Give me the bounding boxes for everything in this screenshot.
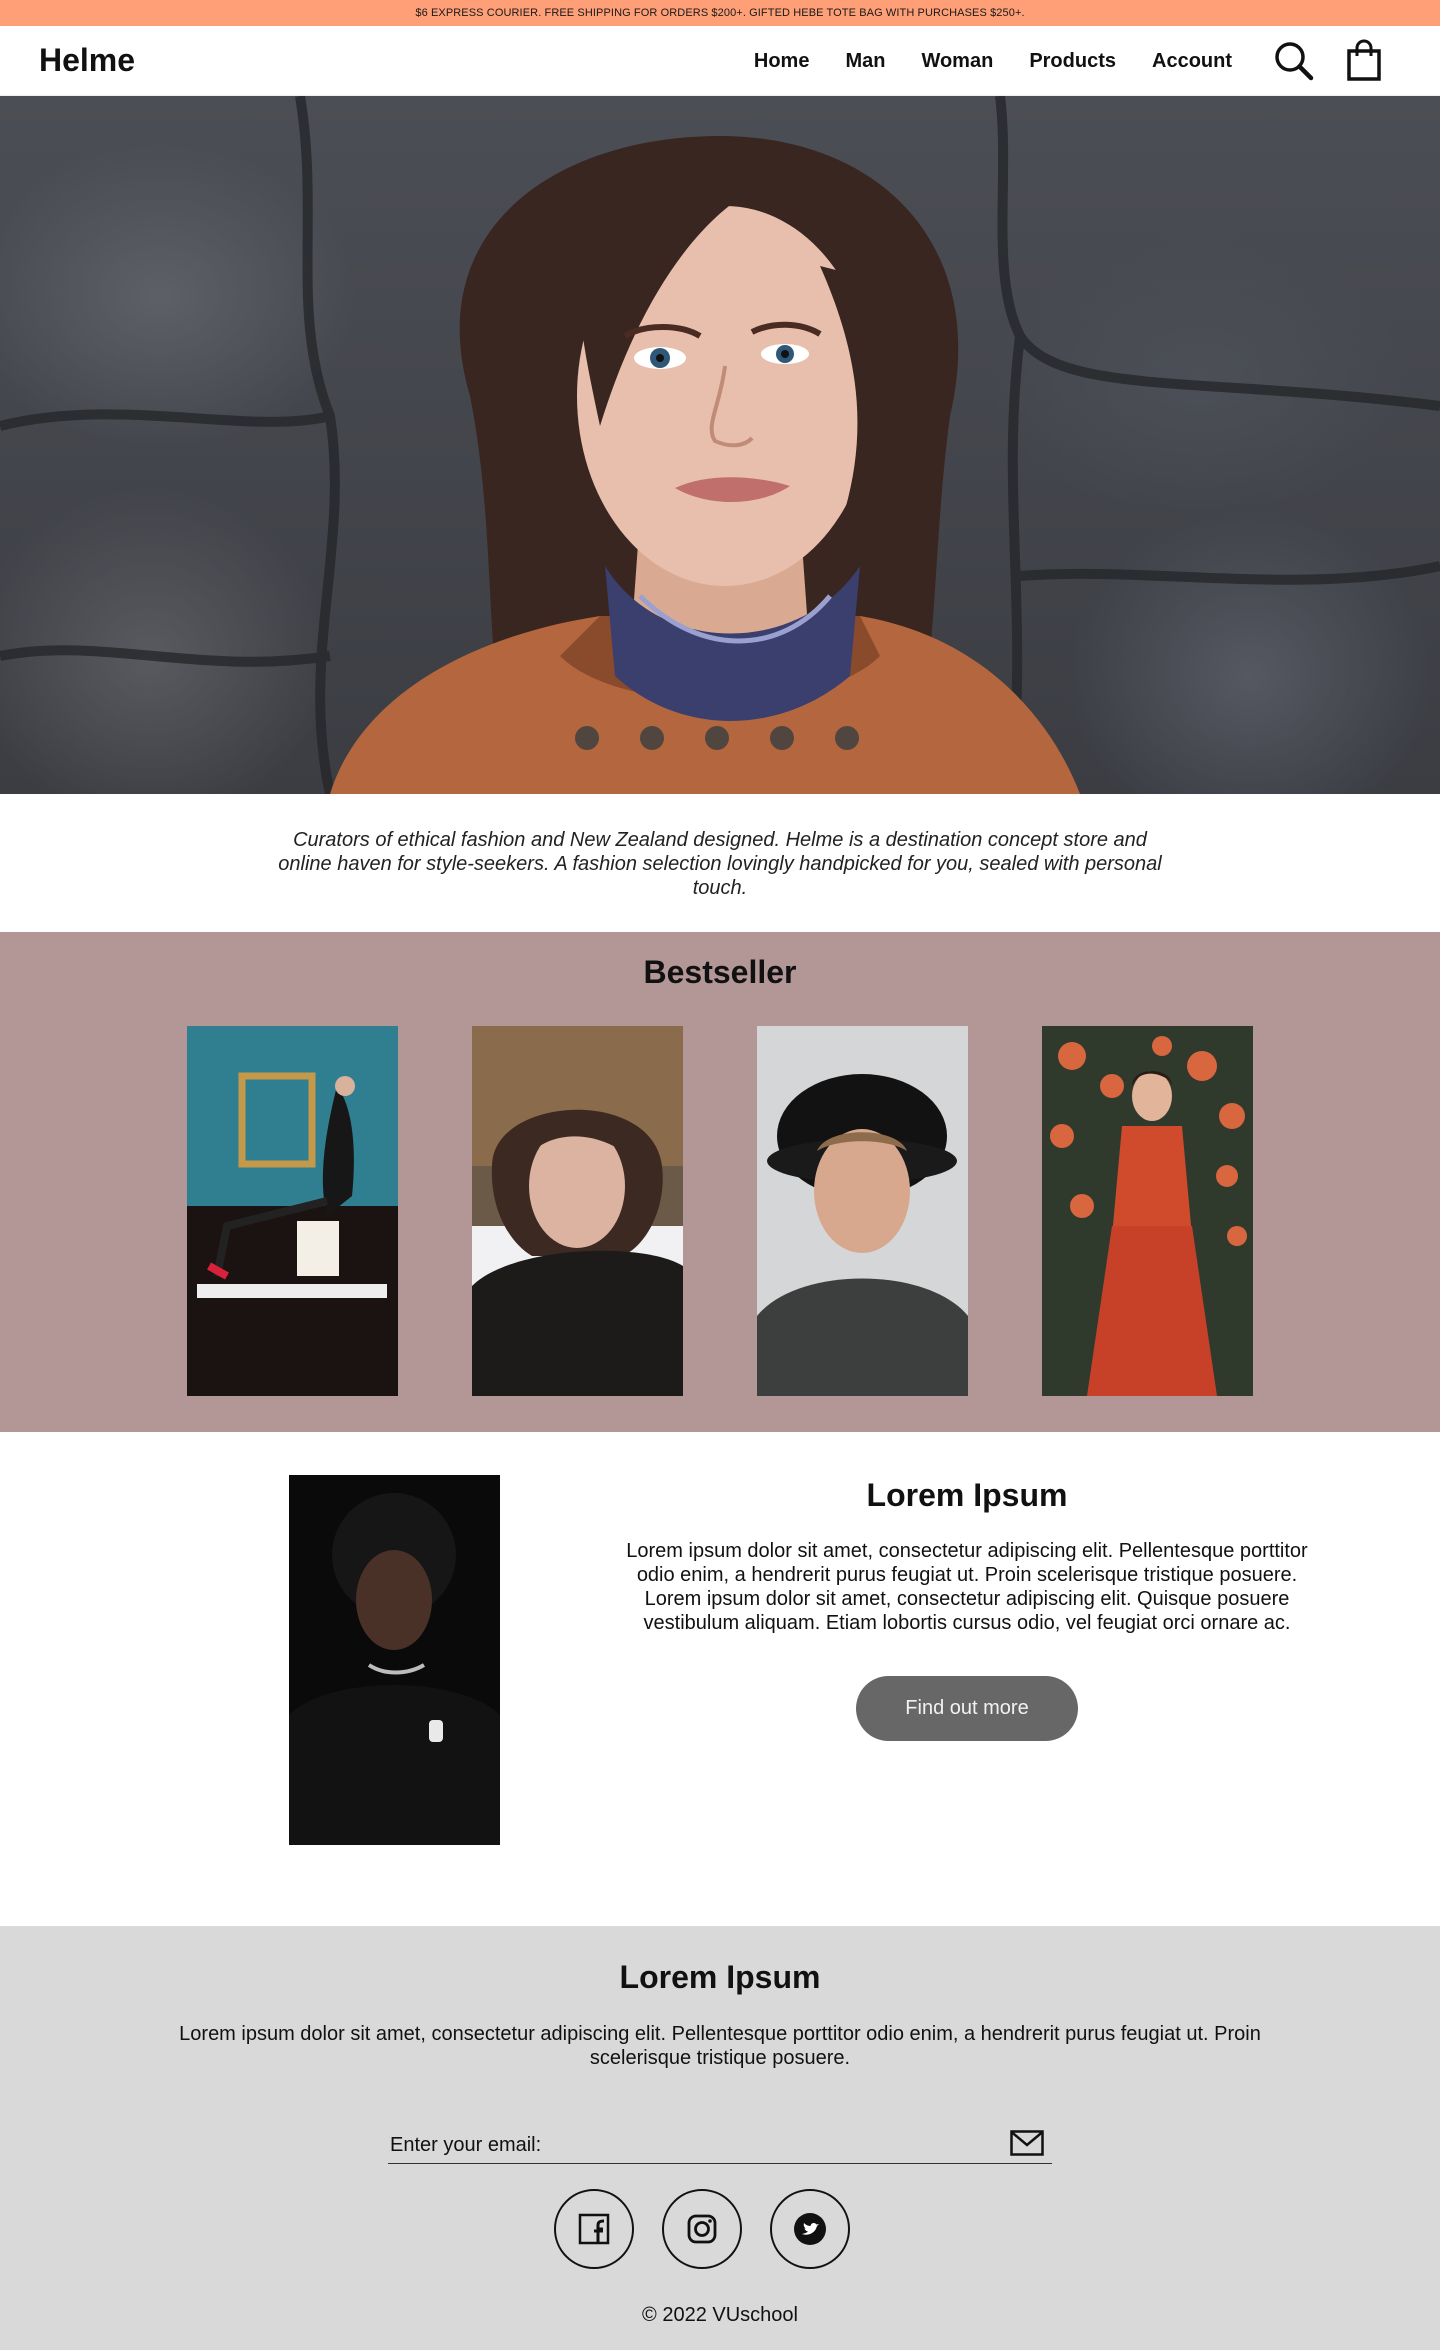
search-icon[interactable] bbox=[1272, 39, 1316, 83]
nav-account[interactable]: Account bbox=[1152, 50, 1232, 73]
feature-title: Lorem Ipsum bbox=[866, 1477, 1068, 1513]
product-image bbox=[1042, 1026, 1253, 1396]
product-card-1[interactable] bbox=[187, 1026, 398, 1396]
site-footer: Lorem Ipsum Lorem ipsum dolor sit amet, … bbox=[0, 1926, 1440, 2350]
find-out-more-button[interactable]: Find out more bbox=[856, 1676, 1078, 1741]
twitter-icon[interactable] bbox=[770, 2189, 850, 2269]
product-image bbox=[757, 1026, 968, 1396]
product-card-2[interactable] bbox=[472, 1026, 683, 1396]
nav-home[interactable]: Home bbox=[754, 50, 810, 73]
nav-products[interactable]: Products bbox=[1029, 50, 1116, 73]
hero-slider bbox=[0, 96, 1440, 794]
copyright: © 2022 VUschool bbox=[642, 2304, 798, 2326]
product-image bbox=[187, 1026, 398, 1396]
main-nav: Home Man Woman Products Account bbox=[754, 26, 1232, 96]
announcement-text: $6 EXPRESS COURIER. FREE SHIPPING FOR OR… bbox=[415, 7, 1025, 19]
facebook-icon[interactable] bbox=[554, 2189, 634, 2269]
feature-text: Lorem ipsum dolor sit amet, consectetur … bbox=[626, 1540, 1308, 1634]
email-field[interactable]: Enter your email: bbox=[388, 2124, 1052, 2164]
announcement-bar: $6 EXPRESS COURIER. FREE SHIPPING FOR OR… bbox=[0, 0, 1440, 26]
feature-image bbox=[289, 1475, 500, 1845]
nav-woman[interactable]: Woman bbox=[921, 50, 993, 73]
hero-image bbox=[0, 96, 1440, 794]
slider-dot-4[interactable] bbox=[770, 726, 794, 750]
nav-man[interactable]: Man bbox=[845, 50, 885, 73]
slider-dots bbox=[575, 726, 859, 750]
product-card-3[interactable] bbox=[757, 1026, 968, 1396]
site-header: Helme Home Man Woman Products Account bbox=[0, 26, 1440, 96]
slider-dot-1[interactable] bbox=[575, 726, 599, 750]
bestseller-section: Bestseller bbox=[0, 932, 1440, 1432]
logo[interactable]: Helme bbox=[39, 42, 135, 79]
slider-dot-2[interactable] bbox=[640, 726, 664, 750]
instagram-icon[interactable] bbox=[662, 2189, 742, 2269]
product-card-4[interactable] bbox=[1042, 1026, 1253, 1396]
mail-icon[interactable] bbox=[1010, 2130, 1044, 2156]
slider-dot-5[interactable] bbox=[835, 726, 859, 750]
bestseller-title: Bestseller bbox=[643, 954, 797, 990]
intro-text: Curators of ethical fashion and New Zeal… bbox=[278, 829, 1162, 899]
slider-dot-3[interactable] bbox=[705, 726, 729, 750]
shopping-bag-icon[interactable] bbox=[1342, 39, 1386, 83]
product-image bbox=[472, 1026, 683, 1396]
footer-title: Lorem Ipsum bbox=[619, 1959, 821, 1995]
email-label: Enter your email: bbox=[390, 2134, 542, 2156]
footer-text: Lorem ipsum dolor sit amet, consectetur … bbox=[179, 2023, 1261, 2069]
